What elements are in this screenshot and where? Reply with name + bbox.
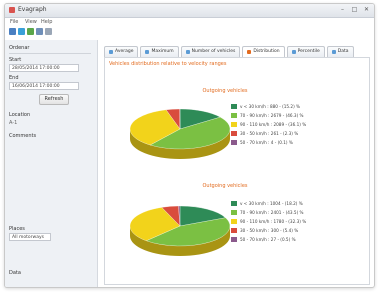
legend-swatch bbox=[231, 228, 237, 233]
chart-icon bbox=[185, 50, 190, 54]
tab-label: Average bbox=[115, 49, 134, 54]
tab-label: Distribution bbox=[253, 49, 280, 54]
app-icon bbox=[9, 7, 15, 13]
legend-label: 90 - 110 km/h : 1780 - (32.3) % bbox=[240, 219, 307, 224]
tab-label: Number of vehicles bbox=[191, 49, 236, 54]
legend-entry: 90 - 110 km/h : 2089 - (36.1) % bbox=[231, 120, 351, 129]
legend-label: 50 - 70 km/h : 27 - (0.5) % bbox=[240, 237, 296, 242]
legend-swatch bbox=[231, 131, 237, 136]
start-label: Start bbox=[9, 57, 22, 63]
legend-swatch bbox=[231, 140, 237, 145]
chart-title: Outgoing vehicles bbox=[202, 88, 248, 94]
location-label: Location bbox=[9, 112, 31, 118]
legend-swatch bbox=[231, 122, 237, 127]
legend-label: 50 - 70 km/h : 4 - (0.1) % bbox=[240, 140, 293, 145]
export-icon[interactable] bbox=[27, 28, 34, 35]
menu-bar: File View Help bbox=[5, 18, 374, 27]
legend-swatch bbox=[231, 104, 237, 109]
tab-label: Percentile bbox=[297, 49, 320, 54]
chart-legend: v < 30 km/h : 1004 - (18.2) % 70 - 90 km/… bbox=[231, 199, 351, 244]
close-icon[interactable]: ✕ bbox=[363, 6, 370, 13]
legend-entry: 30 - 50 km/h : 300 - (5.4) % bbox=[231, 226, 351, 235]
legend-entry: v < 30 km/h : 1004 - (18.2) % bbox=[231, 199, 351, 208]
app-window: Evagraph – □ ✕ File View Help Ordenar St… bbox=[4, 3, 375, 288]
sidebar-title: Ordenar bbox=[9, 45, 30, 51]
end-date-field[interactable]: 16/06/2014 17:00:00 bbox=[9, 82, 79, 90]
legend-entry: 90 - 110 km/h : 1780 - (32.3) % bbox=[231, 217, 351, 226]
save-icon[interactable] bbox=[18, 28, 25, 35]
window-title: Evagraph bbox=[18, 6, 47, 13]
legend-swatch bbox=[231, 219, 237, 224]
menu-file[interactable]: File bbox=[10, 19, 18, 25]
tab-maximum[interactable]: Maximum bbox=[140, 46, 179, 57]
legend-label: v < 30 km/h : 1004 - (18.2) % bbox=[240, 201, 303, 206]
places-label: Places bbox=[9, 226, 25, 232]
legend-entry: 30 - 50 km/h : 261 - (2.3) % bbox=[231, 129, 351, 138]
tab-bar: Average Maximum Number of vehicles Distr… bbox=[104, 46, 354, 57]
distribution-panel: Vehicles distribution relative to veloci… bbox=[104, 57, 370, 285]
toolbar bbox=[5, 28, 374, 38]
legend-entry: 50 - 70 km/h : 27 - (0.5) % bbox=[231, 235, 351, 244]
places-select[interactable]: All motorways bbox=[9, 233, 51, 241]
divider bbox=[9, 53, 91, 54]
start-date-field[interactable]: 28/05/2014 17:00:00 bbox=[9, 64, 79, 72]
menu-help[interactable]: Help bbox=[41, 19, 52, 25]
table-icon bbox=[331, 50, 336, 54]
location-value: A-1 bbox=[9, 120, 18, 126]
pie-chart bbox=[129, 205, 231, 256]
minimize-icon[interactable]: – bbox=[339, 6, 346, 13]
chart-icon bbox=[145, 50, 150, 54]
refresh-button[interactable]: Refresh bbox=[39, 94, 69, 105]
tab-distribution[interactable]: Distribution bbox=[242, 46, 285, 57]
print-icon[interactable] bbox=[36, 28, 43, 35]
tab-data[interactable]: Data bbox=[326, 46, 354, 57]
legend-entry: v < 30 km/h : 880 - (15.2) % bbox=[231, 102, 351, 111]
tab-average[interactable]: Average bbox=[104, 46, 139, 57]
settings-icon[interactable] bbox=[45, 28, 52, 35]
pie-icon bbox=[247, 50, 252, 54]
title-bar: Evagraph – □ ✕ bbox=[5, 4, 374, 18]
sidebar: Ordenar Start 28/05/2014 17:00:00 End 16… bbox=[5, 40, 98, 287]
data-label: Data bbox=[9, 270, 21, 276]
tab-percentile[interactable]: Percentile bbox=[286, 46, 325, 57]
chart-title: Outgoing vehicles bbox=[202, 183, 248, 189]
pie-chart bbox=[129, 108, 231, 159]
legend-swatch bbox=[231, 113, 237, 118]
legend-label: 30 - 50 km/h : 261 - (2.3) % bbox=[240, 131, 299, 136]
tab-label: Data bbox=[337, 49, 349, 54]
legend-label: 70 - 90 km/h : 2401 - (43.5) % bbox=[240, 210, 304, 215]
legend-swatch bbox=[231, 237, 237, 242]
menu-view[interactable]: View bbox=[25, 19, 37, 25]
legend-label: 30 - 50 km/h : 300 - (5.4) % bbox=[240, 228, 299, 233]
tab-number-of-vehicles[interactable]: Number of vehicles bbox=[180, 46, 241, 57]
legend-swatch bbox=[231, 210, 237, 215]
legend-entry: 70 - 90 km/h : 2679 - (46.3) % bbox=[231, 111, 351, 120]
tab-label: Maximum bbox=[151, 49, 174, 54]
end-label: End bbox=[9, 75, 19, 81]
legend-entry: 50 - 70 km/h : 4 - (0.1) % bbox=[231, 138, 351, 147]
chart-legend: v < 30 km/h : 880 - (15.2) % 70 - 90 km/h… bbox=[231, 102, 351, 147]
legend-label: 70 - 90 km/h : 2679 - (46.3) % bbox=[240, 113, 304, 118]
legend-label: 90 - 110 km/h : 2089 - (36.1) % bbox=[240, 122, 307, 127]
comments-label: Comments bbox=[9, 133, 37, 139]
panel-title: Vehicles distribution relative to veloci… bbox=[109, 61, 227, 67]
legend-label: v < 30 km/h : 880 - (15.2) % bbox=[240, 104, 301, 109]
main-area: Average Maximum Number of vehicles Distr… bbox=[98, 40, 374, 287]
maximize-icon[interactable]: □ bbox=[351, 6, 358, 13]
legend-swatch bbox=[231, 201, 237, 206]
chart-icon bbox=[109, 50, 113, 54]
open-icon[interactable] bbox=[9, 28, 16, 35]
legend-entry: 70 - 90 km/h : 2401 - (43.5) % bbox=[231, 208, 351, 217]
chart-icon bbox=[291, 50, 296, 54]
